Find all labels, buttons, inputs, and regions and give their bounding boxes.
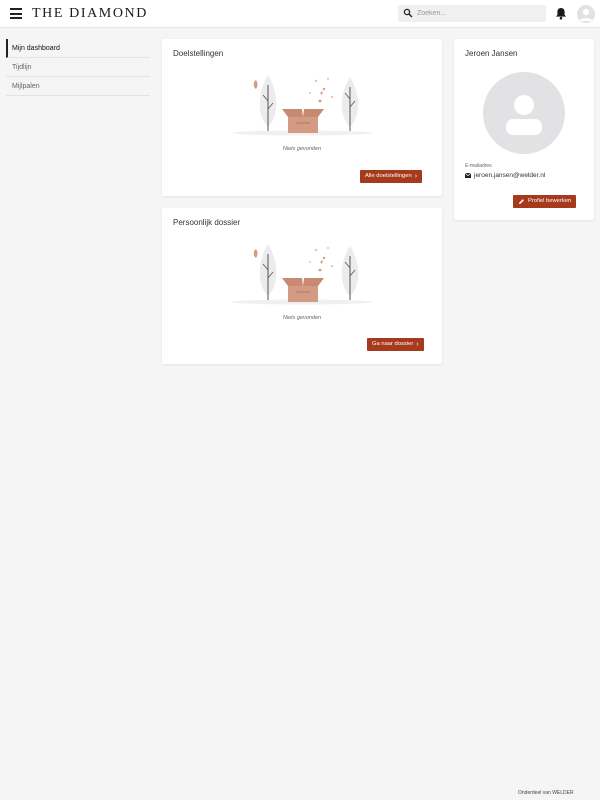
brand-logo[interactable]: THE DIAMOND [32,6,148,22]
top-navbar: THE DIAMOND [0,0,600,28]
user-avatar-icon [579,8,593,21]
envelope-icon [465,173,471,178]
user-avatar-button[interactable] [577,5,595,23]
goals-card-title: Doelstellingen [173,49,224,58]
search-input[interactable] [417,5,541,22]
empty-state-text: Niets gevonden [282,315,322,321]
menu-icon[interactable] [10,8,22,19]
search-box[interactable] [398,5,546,22]
chevron-right-icon: › [414,173,418,180]
go-to-dossier-button-label: Ga naar dossier [372,341,414,347]
go-to-dossier-button[interactable]: Ga naar dossier › [367,338,424,351]
empty-state-text: Niets gevonden [282,146,322,152]
edit-profile-button[interactable]: Profiel bewerken [513,195,577,208]
all-goals-button-label: Alle doelstellingen [365,173,412,179]
dossier-card: Persoonlijk dossier Niets gevonden Ga na… [162,208,442,364]
edit-profile-button-label: Profiel bewerken [528,198,572,204]
notification-bell-icon[interactable] [555,7,567,20]
chevron-right-icon: › [416,341,419,348]
dossier-card-title: Persoonlijk dossier [173,218,241,227]
empty-box-illustration [232,75,372,136]
search-icon [403,8,413,18]
empty-box-illustration [232,244,372,305]
goals-card: Doelstellingen Niets gevonden Alle doels… [162,39,442,196]
profile-name: Jeroen Jansen [465,49,518,58]
pencil-icon [519,199,524,204]
profile-avatar [483,72,565,154]
all-goals-button[interactable]: Alle doelstellingen › [360,170,423,183]
sidebar-nav: Mijn dashboard Tijdlijn Mijlpalen [6,39,150,96]
sidebar-item-tijdlijn[interactable]: Tijdlijn [6,58,150,77]
sidebar-item-dashboard[interactable]: Mijn dashboard [6,39,150,58]
user-avatar-icon [506,95,542,135]
email-row: jeroen.jansen@welder.nl [465,172,545,179]
sidebar-item-mijlpalen[interactable]: Mijlpalen [6,77,150,96]
footer-credit: Onderdeel van WELDER [518,790,574,796]
profile-card: Jeroen Jansen E-mailadres jeroen.jansen@… [454,39,594,220]
email-label: E-mailadres [465,163,492,169]
email-value: jeroen.jansen@welder.nl [474,172,546,179]
